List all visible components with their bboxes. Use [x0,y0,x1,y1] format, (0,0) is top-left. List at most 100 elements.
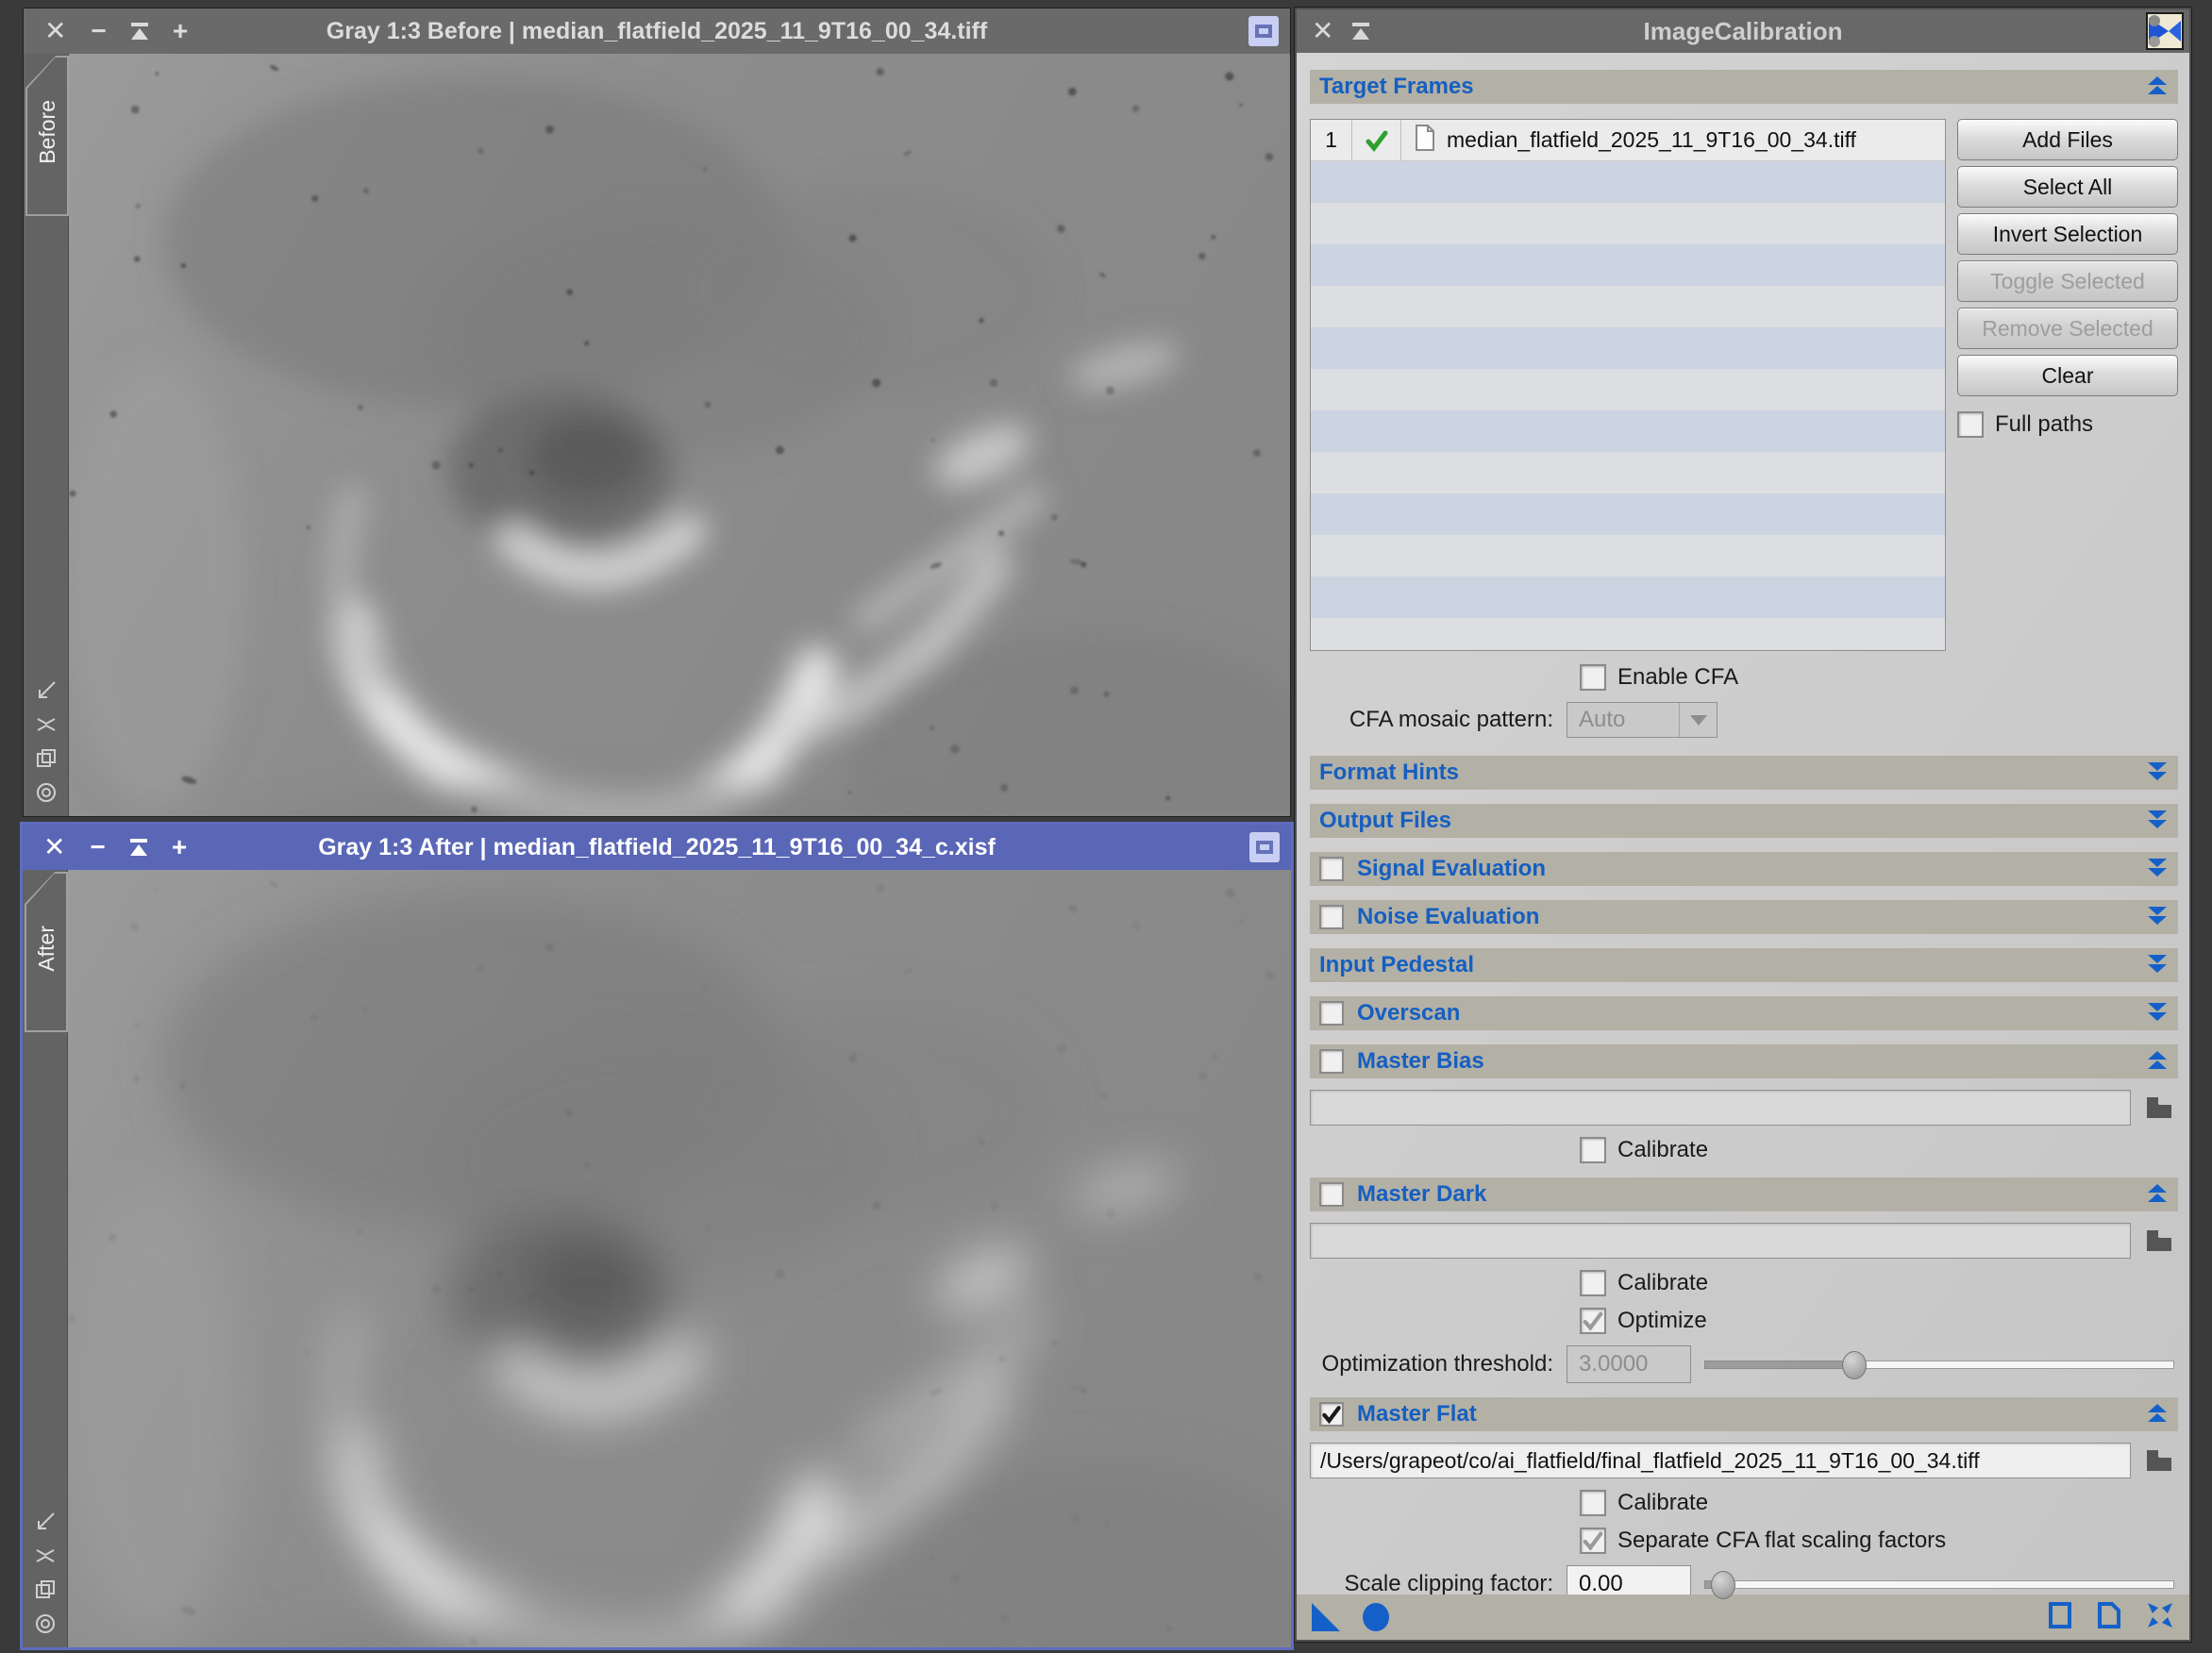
empty-rows [1311,161,1945,650]
reset-icon[interactable] [2146,1601,2174,1634]
master-dark-optimize-label: Optimize [1617,1308,1707,1334]
collapse-chevron-icon[interactable] [2146,1183,2169,1206]
signal-evaluation-checkbox[interactable] [1319,857,1344,881]
before-tab[interactable]: Before [25,56,69,216]
section-master-flat[interactable]: Master Flat [1310,1397,2178,1431]
apply-global-icon[interactable] [1363,1603,1389,1631]
enable-cfa-checkbox[interactable] [1580,664,1606,691]
section-master-dark[interactable]: Master Dark [1310,1177,2178,1211]
folder-icon[interactable] [2140,1224,2178,1258]
section-target-frames[interactable]: Target Frames [1310,70,2178,104]
dialog-title: ImageCalibration [1297,17,2189,46]
section-output-files[interactable]: Output Files [1310,804,2178,838]
center-view-icon[interactable] [34,780,59,805]
full-paths-label: Full paths [1995,411,2093,438]
table-row[interactable]: 1 median_flatfield_2025_11_9T16_00_34.ti… [1311,120,1945,161]
close-icon[interactable]: ✕ [44,18,66,44]
collapse-chevron-icon[interactable] [2146,1403,2169,1426]
scroll-arrow-icon[interactable] [34,678,59,703]
chevron-down-icon [1679,703,1717,737]
full-paths-checkbox[interactable] [1957,411,1984,438]
invert-selection-button[interactable]: Invert Selection [1957,213,2178,255]
master-bias-path-field[interactable] [1310,1090,2131,1126]
before-image-window: ✕ − + Gray 1:3 Before | median_flatfield… [23,8,1291,817]
after-side-strip: After [23,870,68,1647]
zoom-out-icon[interactable]: − [91,18,106,44]
close-icon[interactable]: ✕ [1312,18,1333,44]
optimization-threshold-label: Optimization threshold: [1310,1351,1567,1378]
zoom-in-icon[interactable]: + [172,834,187,860]
target-frames-table[interactable]: 1 median_flatfield_2025_11_9T16_00_34.ti… [1310,119,1946,651]
new-instance-icon[interactable] [1312,1603,1340,1631]
master-dark-checkbox[interactable] [1319,1182,1344,1207]
slider-thumb[interactable] [1711,1571,1735,1599]
expand-chevron-icon[interactable] [2146,810,2169,832]
after-tab[interactable]: After [25,872,68,1032]
fit-view-icon[interactable] [131,23,148,40]
noise-evaluation-checkbox[interactable] [1319,905,1344,929]
master-dark-calibrate-checkbox[interactable] [1580,1270,1606,1296]
section-master-bias[interactable]: Master Bias [1310,1044,2178,1078]
section-signal-evaluation[interactable]: Signal Evaluation [1310,852,2178,886]
zoom-out-icon[interactable]: − [90,834,105,860]
collapse-chevron-icon[interactable] [2146,1050,2169,1073]
duplicate-view-icon[interactable] [33,1578,58,1602]
separate-cfa-label: Separate CFA flat scaling factors [1617,1528,1946,1554]
shade-icon[interactable] [1352,23,1369,40]
section-noise-evaluation[interactable]: Noise Evaluation [1310,900,2178,934]
maximize-icon[interactable] [1248,16,1279,46]
dialog-footer [1297,1595,2189,1640]
toggle-selected-button: Toggle Selected [1957,260,2178,302]
zoom-in-icon[interactable]: + [173,18,188,44]
file-icon [1415,125,1435,157]
section-format-hints[interactable]: Format Hints [1310,756,2178,790]
master-flat-path-field[interactable]: /Users/grapeot/co/ai_flatfield/final_fla… [1310,1443,2131,1478]
crop-marks-icon[interactable] [34,712,59,737]
clear-button[interactable]: Clear [1957,355,2178,396]
check-icon[interactable] [1352,120,1401,160]
browse-documentation-icon[interactable] [2097,1601,2121,1634]
center-view-icon[interactable] [33,1611,58,1636]
dialog-titlebar[interactable]: ✕ ImageCalibration [1297,9,2189,53]
duplicate-view-icon[interactable] [34,746,59,771]
section-overscan[interactable]: Overscan [1310,996,2178,1030]
scale-clipping-factor-slider[interactable] [1704,1570,2174,1598]
after-image-canvas[interactable] [68,870,1291,1647]
master-bias-checkbox[interactable] [1319,1049,1344,1074]
scroll-arrow-icon[interactable] [33,1510,58,1534]
cfa-mosaic-pattern-label: CFA mosaic pattern: [1310,707,1567,733]
before-image-canvas[interactable] [69,54,1290,816]
master-flat-calibrate-label: Calibrate [1617,1490,1708,1516]
expand-chevron-icon[interactable] [2146,858,2169,880]
collapse-chevron-icon[interactable] [2146,75,2169,98]
row-index: 1 [1311,120,1352,160]
overscan-checkbox[interactable] [1319,1001,1344,1026]
master-dark-calibrate-label: Calibrate [1617,1270,1708,1296]
before-tab-label: Before [35,100,60,172]
expand-chevron-icon[interactable] [2146,954,2169,977]
master-bias-calibrate-checkbox[interactable] [1580,1137,1606,1163]
scale-clipping-factor-label: Scale clipping factor: [1310,1571,1567,1597]
master-flat-checkbox[interactable] [1319,1402,1344,1427]
master-dark-optimize-checkbox[interactable] [1580,1308,1606,1334]
crop-marks-icon[interactable] [33,1544,58,1568]
add-files-button[interactable]: Add Files [1957,119,2178,160]
expand-chevron-icon[interactable] [2146,761,2169,784]
fit-view-icon[interactable] [130,839,147,856]
section-input-pedestal[interactable]: Input Pedestal [1310,948,2178,982]
expand-chevron-icon[interactable] [2146,1002,2169,1025]
after-titlebar[interactable]: ✕ − + Gray 1:3 After | median_flatfield_… [23,825,1291,870]
edit-instance-source-icon[interactable] [2048,1601,2072,1634]
folder-icon[interactable] [2140,1091,2178,1125]
close-icon[interactable]: ✕ [43,834,65,860]
maximize-icon[interactable] [1249,832,1280,862]
slider-thumb [1842,1351,1867,1379]
before-window-title: Gray 1:3 Before | median_flatfield_2025_… [24,18,1290,45]
master-flat-calibrate-checkbox[interactable] [1580,1490,1606,1516]
master-dark-path-field[interactable] [1310,1223,2131,1259]
before-titlebar[interactable]: ✕ − + Gray 1:3 Before | median_flatfield… [24,8,1290,54]
folder-icon[interactable] [2140,1444,2178,1478]
expand-chevron-icon[interactable] [2146,906,2169,928]
select-all-button[interactable]: Select All [1957,166,2178,208]
separate-cfa-checkbox[interactable] [1580,1528,1606,1554]
